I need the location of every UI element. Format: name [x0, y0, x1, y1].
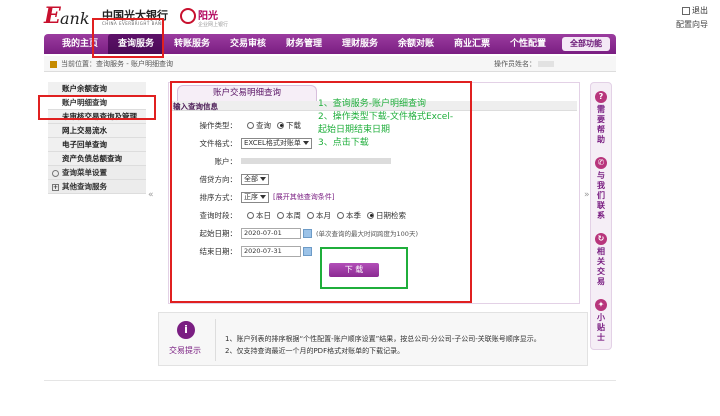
nav-bill[interactable]: 商业汇票 [444, 34, 500, 54]
help-label: 需要帮助 [597, 105, 605, 144]
highlight-download-button [320, 247, 408, 289]
nav-personal[interactable]: 个性配置 [500, 34, 556, 54]
sun-logo-icon [180, 8, 196, 24]
operator-name-masked [538, 61, 554, 67]
nav-reconcile[interactable]: 余额对账 [388, 34, 444, 54]
tips-link[interactable]: ✦ 小贴士 [594, 299, 608, 343]
tips-divider [215, 319, 216, 361]
help-link[interactable]: ? 需要帮助 [594, 91, 608, 145]
tips-line-2: 2、仅支持查询最近一个月的PDF格式对账单的下载记录。 [225, 347, 405, 355]
nav-finance[interactable]: 财务管理 [276, 34, 332, 54]
sidebar-item-receipt[interactable]: 电子回单查询 [48, 138, 146, 152]
sidebar-item-balance[interactable]: 账户余额查询 [48, 82, 146, 96]
tips-side-label: 小贴士 [597, 313, 605, 342]
contact-link[interactable]: ✆ 与我们联系 [594, 157, 608, 221]
bulb-icon: ✦ [595, 299, 607, 311]
right-quick-panel: ? 需要帮助 ✆ 与我们联系 ↻ 相关交易 ✦ 小贴士 [590, 82, 612, 350]
annotation-steps: 1、查询服务-账户明细查询 2、操作类型下载-文件格式Excel- 起始日期结束… [318, 98, 473, 150]
contact-label: 与我们联系 [597, 171, 605, 220]
home-icon [50, 60, 57, 68]
annotation-line-1: 1、查询服务-账户明细查询 [318, 99, 426, 109]
sun-sub: 企业网上银行 [198, 22, 229, 28]
highlight-sidebar-detail [38, 95, 156, 120]
sun-brand: 阳光 [198, 11, 218, 22]
gear-icon [52, 169, 59, 177]
question-icon: ? [595, 91, 607, 103]
refresh-icon: ↻ [595, 233, 607, 245]
bank-logo-e: E [44, 3, 61, 29]
transaction-tips: i 交易提示 1、账户列表的排序根据“个性配置-账户顺序设置”结果，按总公司-分… [158, 312, 588, 366]
sidebar-group-other[interactable]: + 其他查询服务 [48, 180, 146, 194]
exit-label: 退出 [692, 6, 708, 15]
phone-icon: ✆ [595, 157, 607, 169]
sidebar-item-assets[interactable]: 资产负债总额查询 [48, 152, 146, 166]
bank-logo-ank: ank [60, 9, 90, 28]
nav-audit[interactable]: 交易审核 [220, 34, 276, 54]
collapse-right-icon[interactable]: » [584, 190, 590, 200]
tips-line-1: 1、账户列表的排序根据“个性配置-账户顺序设置”结果，按总公司-分公司-子公司-… [225, 335, 541, 343]
annotation-line-3: 起始日期结束日期 [318, 125, 391, 135]
breadcrumb: 当前位置：查询服务 - 账户明细查询 操作员姓名： [44, 56, 616, 72]
sidebar-group-label: 查询菜单设置 [62, 168, 107, 177]
related-label: 相关交易 [597, 247, 605, 286]
info-icon: i [177, 321, 195, 339]
operator-label: 操作员姓名： [494, 60, 536, 68]
sidebar-item-flow[interactable]: 网上交易流水 [48, 124, 146, 138]
full-function-button[interactable]: 全部功能 [562, 37, 610, 51]
footer-divider [44, 380, 616, 381]
related-link[interactable]: ↻ 相关交易 [594, 233, 608, 287]
annotation-line-2: 2、操作类型下载-文件格式Excel- [318, 112, 454, 122]
collapse-left-icon[interactable]: « [148, 190, 154, 200]
plus-icon: + [52, 183, 59, 191]
nav-wealth[interactable]: 理财服务 [332, 34, 388, 54]
top-right-links: 退出 配置向导 [676, 5, 708, 30]
nav-transfer[interactable]: 转账服务 [164, 34, 220, 54]
breadcrumb-text: 当前位置：查询服务 - 账户明细查询 [61, 60, 173, 68]
config-guide-link[interactable]: 配置向导 [676, 19, 708, 30]
exit-icon [682, 6, 690, 15]
highlight-nav-query [92, 18, 164, 58]
sidebar-group-menu-settings[interactable]: 查询菜单设置 [48, 166, 146, 180]
sidebar-group-label: 其他查询服务 [62, 182, 107, 191]
exit-button[interactable]: 退出 [676, 5, 708, 16]
tips-label: 交易提示 [169, 346, 201, 355]
tips-text: 1、账户列表的排序根据“个性配置-账户顺序设置”结果，按总公司-分公司-子公司-… [225, 333, 541, 357]
annotation-line-4: 3、点击下载 [318, 138, 369, 148]
